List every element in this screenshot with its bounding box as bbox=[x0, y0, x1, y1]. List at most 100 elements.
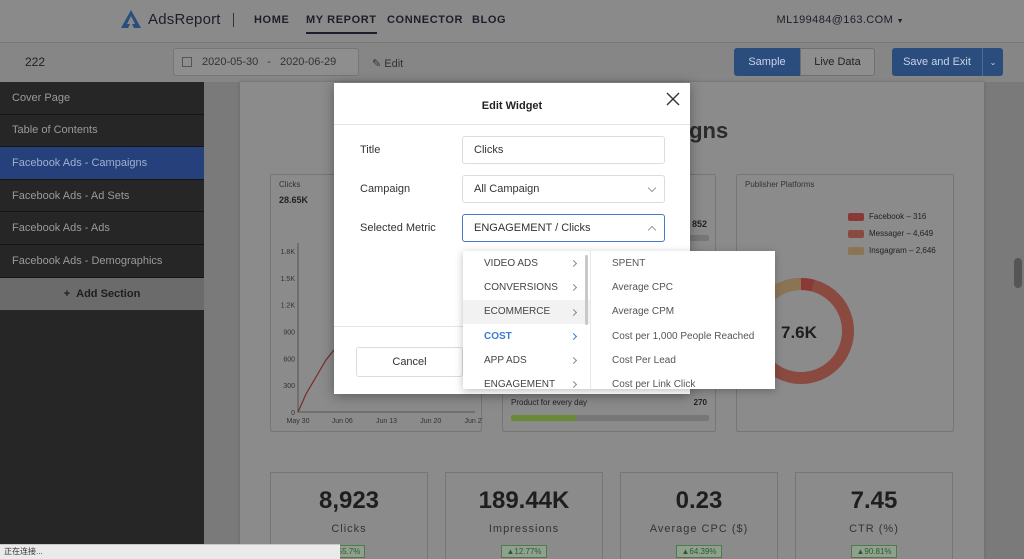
category-label: COST bbox=[484, 330, 512, 342]
kpi-card[interactable]: 7.45 CTR (%) ▲90.81% bbox=[795, 472, 953, 559]
kpi-card[interactable]: 0.23 Average CPC ($) ▲64.39% bbox=[620, 472, 778, 559]
y-tick-label: 1.8K bbox=[281, 249, 296, 256]
add-section-button[interactable]: + Add Section bbox=[0, 277, 204, 310]
nav-connector[interactable]: CONNECTOR bbox=[387, 14, 463, 26]
chevron-right-icon bbox=[569, 284, 578, 292]
edit-date-link[interactable]: ✎ Edit bbox=[372, 57, 403, 70]
x-tick-label: Jun 27 bbox=[464, 418, 483, 425]
product-value: 270 bbox=[693, 398, 707, 407]
edit-date-label: Edit bbox=[384, 58, 404, 70]
kpi-badge: ▲64.39% bbox=[676, 545, 722, 558]
user-menu[interactable]: ML199484@163.COM ▼ bbox=[777, 14, 904, 26]
metric-cascade-menu: VIDEO ADS CONVERSIONS ECOMMERCE COST APP… bbox=[463, 251, 775, 389]
metric-option[interactable]: SPENT bbox=[592, 251, 775, 275]
x-tick-label: May 30 bbox=[287, 418, 310, 425]
date-range-picker[interactable]: 2020-05-30 - 2020-06-29 bbox=[173, 48, 359, 76]
modal-header: Edit Widget bbox=[334, 83, 690, 125]
y-tick-label: 0 bbox=[291, 410, 295, 417]
donut-segment-instagram bbox=[767, 278, 802, 300]
top-nav: AdsReport HOME MY REPORT CONNECTOR BLOG … bbox=[0, 0, 1024, 42]
plus-icon: + bbox=[63, 287, 71, 300]
sample-button[interactable]: Sample bbox=[734, 48, 800, 76]
sidebar-item-campaigns[interactable]: Facebook Ads - Campaigns bbox=[0, 147, 204, 180]
category-ecommerce[interactable]: ECOMMERCE bbox=[463, 299, 590, 324]
kpi-badge: ▲90.81% bbox=[851, 545, 897, 558]
kpi-label: Clicks bbox=[331, 523, 367, 535]
browser-status-bar: 正在连接... bbox=[0, 544, 340, 559]
logo-icon bbox=[121, 10, 141, 28]
category-video-ads[interactable]: VIDEO ADS bbox=[463, 251, 590, 275]
nav-home[interactable]: HOME bbox=[254, 14, 289, 26]
sidebar-item-table-of-contents[interactable]: Table of Contents bbox=[0, 115, 204, 148]
y-tick-label: 300 bbox=[283, 383, 295, 390]
metric-option[interactable]: Average CPM bbox=[592, 300, 775, 324]
chevron-down-icon bbox=[647, 183, 657, 193]
logo[interactable]: AdsReport bbox=[120, 9, 221, 29]
x-tick-label: Jun 13 bbox=[376, 418, 397, 425]
metric-option[interactable]: Average CPC bbox=[592, 275, 775, 299]
metric-option[interactable]: Cost per Link Click bbox=[592, 372, 775, 389]
category-engagement[interactable]: ENGAGEMENT bbox=[463, 372, 590, 389]
metric-option[interactable]: Cost per 1,000 People Reached bbox=[592, 324, 775, 348]
chevron-down-icon: ⌄ bbox=[989, 57, 997, 67]
category-app-ads[interactable]: APP ADS bbox=[463, 348, 590, 372]
metric-option[interactable]: Cost Per Lead bbox=[592, 348, 775, 372]
date-separator: - bbox=[267, 56, 271, 68]
campaign-value: All Campaign bbox=[474, 183, 540, 195]
category-label: CONVERSIONS bbox=[484, 281, 558, 293]
nav-divider bbox=[233, 13, 234, 27]
title-input[interactable]: Clicks bbox=[462, 136, 665, 164]
donut-center-value: 7.6K bbox=[781, 323, 817, 342]
category-label: ENGAGEMENT bbox=[484, 379, 556, 389]
live-data-button[interactable]: Live Data bbox=[800, 48, 875, 76]
nav-my-report[interactable]: MY REPORT bbox=[306, 14, 377, 34]
category-label: ECOMMERCE bbox=[484, 306, 551, 318]
kpi-label: CTR (%) bbox=[849, 523, 899, 535]
cancel-button[interactable]: Cancel bbox=[356, 347, 463, 377]
chevron-right-icon bbox=[569, 381, 578, 389]
report-toolbar: 222 2020-05-30 - 2020-06-29 ✎ Edit Sampl… bbox=[0, 42, 1024, 82]
page-scrollbar[interactable] bbox=[1014, 258, 1022, 288]
pencil-icon: ✎ bbox=[372, 58, 382, 70]
modal-title: Edit Widget bbox=[481, 100, 543, 112]
metric-field-label: Selected Metric bbox=[360, 222, 436, 234]
chevron-up-icon bbox=[647, 225, 657, 235]
kpi-value: 7.45 bbox=[850, 487, 898, 514]
y-tick-label: 900 bbox=[283, 330, 295, 337]
kpi-card[interactable]: 189.44K Impressions ▲12.77% bbox=[445, 472, 603, 559]
y-tick-label: 600 bbox=[283, 356, 295, 363]
metric-value: ENGAGEMENT / Clicks bbox=[474, 222, 591, 234]
chevron-right-icon bbox=[569, 308, 578, 316]
category-scrollbar[interactable] bbox=[585, 255, 588, 325]
product-progress-fill bbox=[511, 415, 577, 421]
nav-blog[interactable]: BLOG bbox=[472, 14, 506, 26]
sidebar-item-demographics[interactable]: Facebook Ads - Demographics bbox=[0, 245, 204, 278]
y-tick-label: 1.5K bbox=[281, 276, 296, 283]
save-options-button[interactable]: ⌄ bbox=[982, 48, 1003, 76]
metric-value: 852 bbox=[691, 219, 707, 229]
save-and-exit-button[interactable]: Save and Exit bbox=[892, 48, 982, 76]
section-sidebar: Cover Page Table of Contents Facebook Ad… bbox=[0, 82, 204, 559]
close-icon[interactable] bbox=[666, 92, 680, 106]
date-start: 2020-05-30 bbox=[202, 56, 259, 68]
chevron-right-icon bbox=[569, 332, 578, 340]
report-name[interactable]: 222 bbox=[25, 55, 45, 69]
sidebar-item-ads[interactable]: Facebook Ads - Ads bbox=[0, 212, 204, 245]
campaign-field-label: Campaign bbox=[360, 183, 411, 195]
sidebar-item-cover-page[interactable]: Cover Page bbox=[0, 82, 204, 115]
user-email: ML199484@163.COM bbox=[776, 14, 894, 26]
x-tick-label: Jun 20 bbox=[420, 418, 441, 425]
metric-select[interactable]: ENGAGEMENT / Clicks bbox=[462, 214, 665, 242]
y-tick-label: 1.2K bbox=[281, 303, 296, 310]
kpi-label: Impressions bbox=[488, 523, 560, 535]
category-label: APP ADS bbox=[484, 354, 527, 366]
category-conversions[interactable]: CONVERSIONS bbox=[463, 275, 590, 299]
chevron-right-icon bbox=[569, 259, 578, 268]
category-cost[interactable]: COST bbox=[463, 324, 590, 348]
metric-category-list: VIDEO ADS CONVERSIONS ECOMMERCE COST APP… bbox=[463, 251, 591, 389]
calendar-icon bbox=[182, 57, 192, 67]
campaign-select[interactable]: All Campaign bbox=[462, 175, 665, 203]
kpi-badge: ▲12.77% bbox=[501, 545, 547, 558]
kpi-value: 0.23 bbox=[675, 487, 723, 514]
sidebar-item-ad-sets[interactable]: Facebook Ads - Ad Sets bbox=[0, 180, 204, 213]
